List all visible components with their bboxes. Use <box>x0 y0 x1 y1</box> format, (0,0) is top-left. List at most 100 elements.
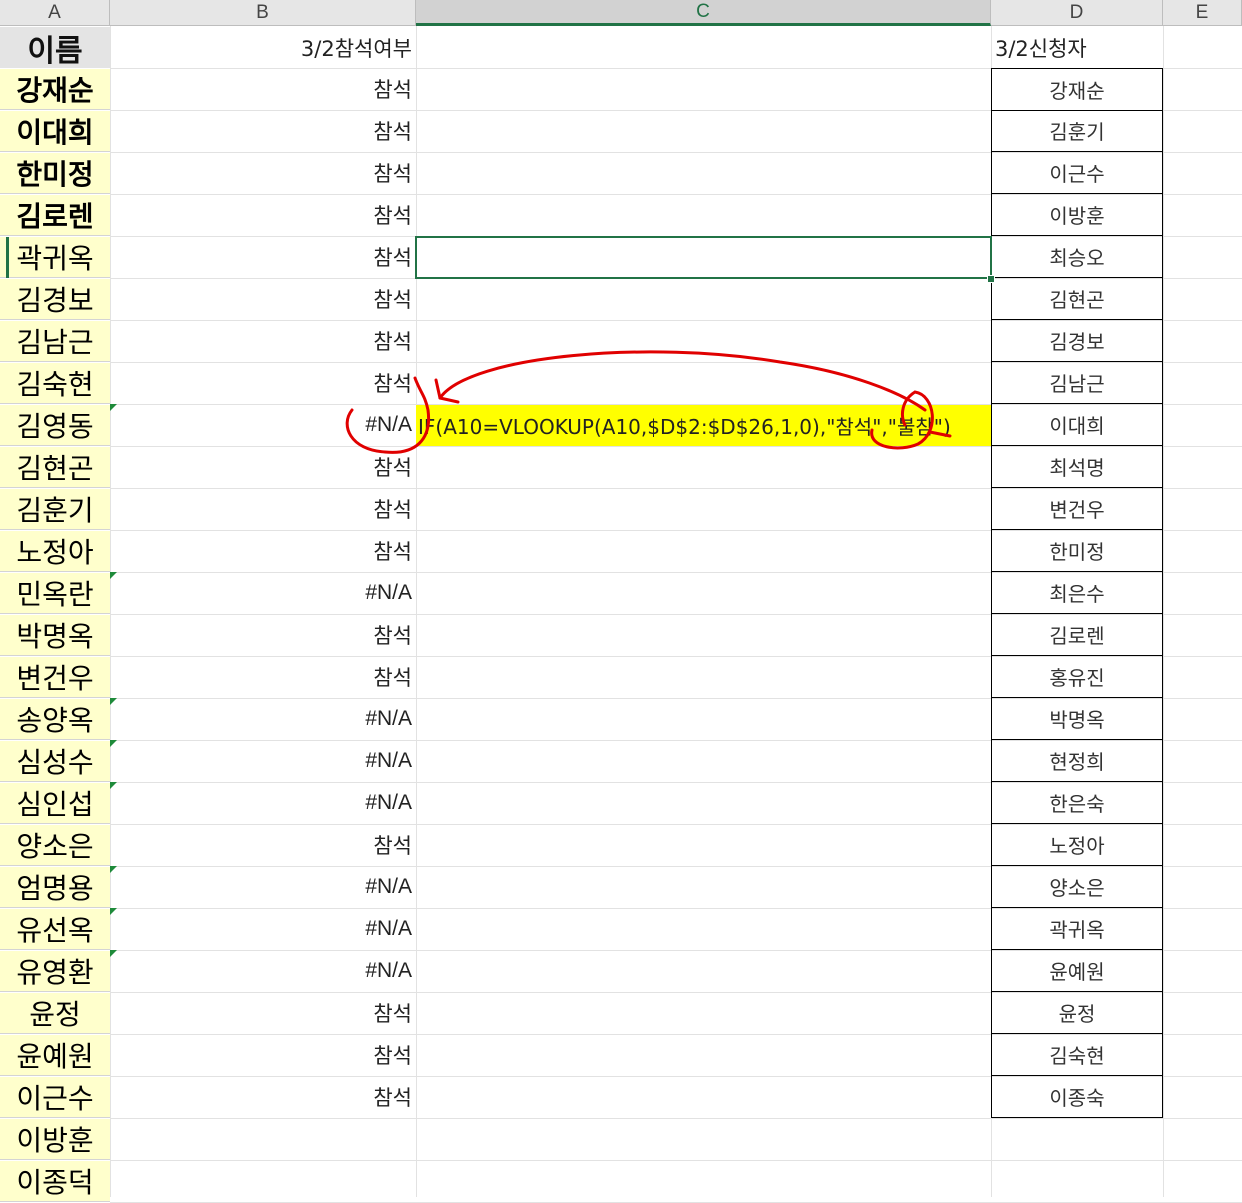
attendance-cell[interactable]: #N/A <box>110 698 416 740</box>
attendance-cell[interactable]: 참석 <box>110 362 416 404</box>
fill-handle[interactable] <box>987 275 995 283</box>
name-cell[interactable]: 이근수 <box>0 1077 110 1118</box>
applicant-cell[interactable]: 박명옥 <box>991 698 1163 740</box>
name-cell[interactable]: 김경보 <box>0 279 110 320</box>
name-cell[interactable]: 심성수 <box>0 741 110 782</box>
name-cell[interactable]: 이방훈 <box>0 1119 110 1160</box>
attendance-cell[interactable]: #N/A <box>110 782 416 824</box>
applicant-cell[interactable]: 김훈기 <box>991 110 1163 152</box>
active-cell[interactable] <box>415 236 992 279</box>
error-indicator-icon <box>110 572 117 579</box>
applicant-cell[interactable]: 김로렌 <box>991 614 1163 656</box>
formula-cell[interactable]: IF(A10=VLOOKUP(A10,$D$2:$D$26,1,0),"참석",… <box>416 405 991 446</box>
name-cell[interactable]: 김로렌 <box>0 195 110 236</box>
applicant-cell[interactable]: 김남근 <box>991 362 1163 404</box>
name-cell[interactable]: 유영환 <box>0 951 110 992</box>
applicant-cell[interactable]: 양소은 <box>991 866 1163 908</box>
applicant-cell[interactable]: 이종숙 <box>991 1076 1163 1118</box>
column-header-e[interactable]: E <box>1163 0 1242 26</box>
name-cell[interactable]: 유선옥 <box>0 909 110 950</box>
applicant-cell[interactable]: 한미정 <box>991 530 1163 572</box>
row-selection-indicator <box>6 237 9 278</box>
attendance-cell[interactable]: 참석 <box>110 488 416 530</box>
attendance-cell[interactable]: 참석 <box>110 152 416 194</box>
attendance-cell[interactable]: 참석 <box>110 110 416 152</box>
applicant-cell[interactable]: 김경보 <box>991 320 1163 362</box>
error-indicator-icon <box>110 404 117 411</box>
applicant-cell[interactable]: 최석명 <box>991 446 1163 488</box>
name-cell[interactable]: 이종덕 <box>0 1161 110 1202</box>
applicant-cell[interactable]: 변건우 <box>991 488 1163 530</box>
name-cell[interactable]: 심인섭 <box>0 783 110 824</box>
name-cell[interactable]: 김남근 <box>0 321 110 362</box>
attendance-cell[interactable]: #N/A <box>110 866 416 908</box>
attendance-cell[interactable]: #N/A <box>110 740 416 782</box>
attendance-cell[interactable]: 참석 <box>110 992 416 1034</box>
error-indicator-icon <box>110 740 117 747</box>
name-cell[interactable]: 박명옥 <box>0 615 110 656</box>
applicant-cell[interactable]: 노정아 <box>991 824 1163 866</box>
column-header-d[interactable]: D <box>991 0 1163 26</box>
applicant-cell[interactable]: 한은숙 <box>991 782 1163 824</box>
name-cell[interactable]: 김훈기 <box>0 489 110 530</box>
attendance-cell[interactable]: 참석 <box>110 824 416 866</box>
name-cell[interactable]: 김현곤 <box>0 447 110 488</box>
error-indicator-icon <box>110 698 117 705</box>
applicant-cell[interactable]: 김현곤 <box>991 278 1163 320</box>
applicant-cell[interactable]: 곽귀옥 <box>991 908 1163 950</box>
name-cell[interactable]: 노정아 <box>0 531 110 572</box>
error-indicator-icon <box>110 908 117 915</box>
applicant-cell[interactable]: 윤예원 <box>991 950 1163 992</box>
error-indicator-icon <box>110 866 117 873</box>
attendance-cell[interactable]: 참석 <box>110 1076 416 1118</box>
name-cell[interactable]: 김영동 <box>0 405 110 446</box>
name-cell[interactable]: 곽귀옥 <box>0 237 110 278</box>
name-cell[interactable]: 이대희 <box>0 111 110 152</box>
error-indicator-icon <box>110 950 117 957</box>
attendance-header[interactable]: 3/2참석여부 <box>110 27 416 68</box>
applicant-cell[interactable]: 현정희 <box>991 740 1163 782</box>
attendance-cell[interactable]: 참석 <box>110 194 416 236</box>
column-header-a[interactable]: A <box>0 0 110 26</box>
spreadsheet: ABCDE 이름 3/2참석여부 3/2신청자 강재순 참석 이대희 참석 한미정 참석 김… <box>0 0 1242 1203</box>
name-cell[interactable]: 한미정 <box>0 153 110 194</box>
column-header-b[interactable]: B <box>110 0 416 26</box>
applicant-header[interactable]: 3/2신청자 <box>991 27 1163 68</box>
applicant-cell[interactable]: 최승오 <box>991 236 1163 278</box>
attendance-cell[interactable] <box>110 1160 416 1202</box>
attendance-cell[interactable]: #N/A <box>110 404 416 446</box>
attendance-cell[interactable]: 참석 <box>110 278 416 320</box>
applicant-cell[interactable]: 김숙현 <box>991 1034 1163 1076</box>
applicant-cell[interactable]: 홍유진 <box>991 656 1163 698</box>
attendance-cell[interactable]: 참석 <box>110 68 416 110</box>
attendance-cell[interactable]: 참석 <box>110 320 416 362</box>
name-cell[interactable]: 변건우 <box>0 657 110 698</box>
attendance-cell[interactable]: 참석 <box>110 614 416 656</box>
name-cell[interactable]: 엄명용 <box>0 867 110 908</box>
name-header[interactable]: 이름 <box>0 27 110 69</box>
attendance-cell[interactable]: 참석 <box>110 1034 416 1076</box>
column-header-c[interactable]: C <box>416 0 991 26</box>
name-cell[interactable]: 양소은 <box>0 825 110 866</box>
name-cell[interactable]: 민옥란 <box>0 573 110 614</box>
name-cell[interactable]: 윤정 <box>0 993 110 1034</box>
name-cell[interactable]: 강재순 <box>0 69 110 110</box>
applicant-cell[interactable]: 윤정 <box>991 992 1163 1034</box>
attendance-cell[interactable]: #N/A <box>110 950 416 992</box>
attendance-cell[interactable]: 참석 <box>110 236 416 278</box>
attendance-cell[interactable]: #N/A <box>110 572 416 614</box>
applicant-cell[interactable]: 강재순 <box>991 68 1163 111</box>
attendance-cell[interactable] <box>110 1118 416 1160</box>
name-cell[interactable]: 송양옥 <box>0 699 110 740</box>
name-cell[interactable]: 김숙현 <box>0 363 110 404</box>
attendance-cell[interactable]: 참석 <box>110 446 416 488</box>
name-cell[interactable]: 윤예원 <box>0 1035 110 1076</box>
attendance-cell[interactable]: #N/A <box>110 908 416 950</box>
applicant-cell[interactable]: 최은수 <box>991 572 1163 614</box>
attendance-cell[interactable]: 참석 <box>110 530 416 572</box>
error-indicator-icon <box>110 782 117 789</box>
applicant-cell[interactable]: 이대희 <box>991 404 1163 446</box>
applicant-cell[interactable]: 이근수 <box>991 152 1163 194</box>
attendance-cell[interactable]: 참석 <box>110 656 416 698</box>
applicant-cell[interactable]: 이방훈 <box>991 194 1163 236</box>
